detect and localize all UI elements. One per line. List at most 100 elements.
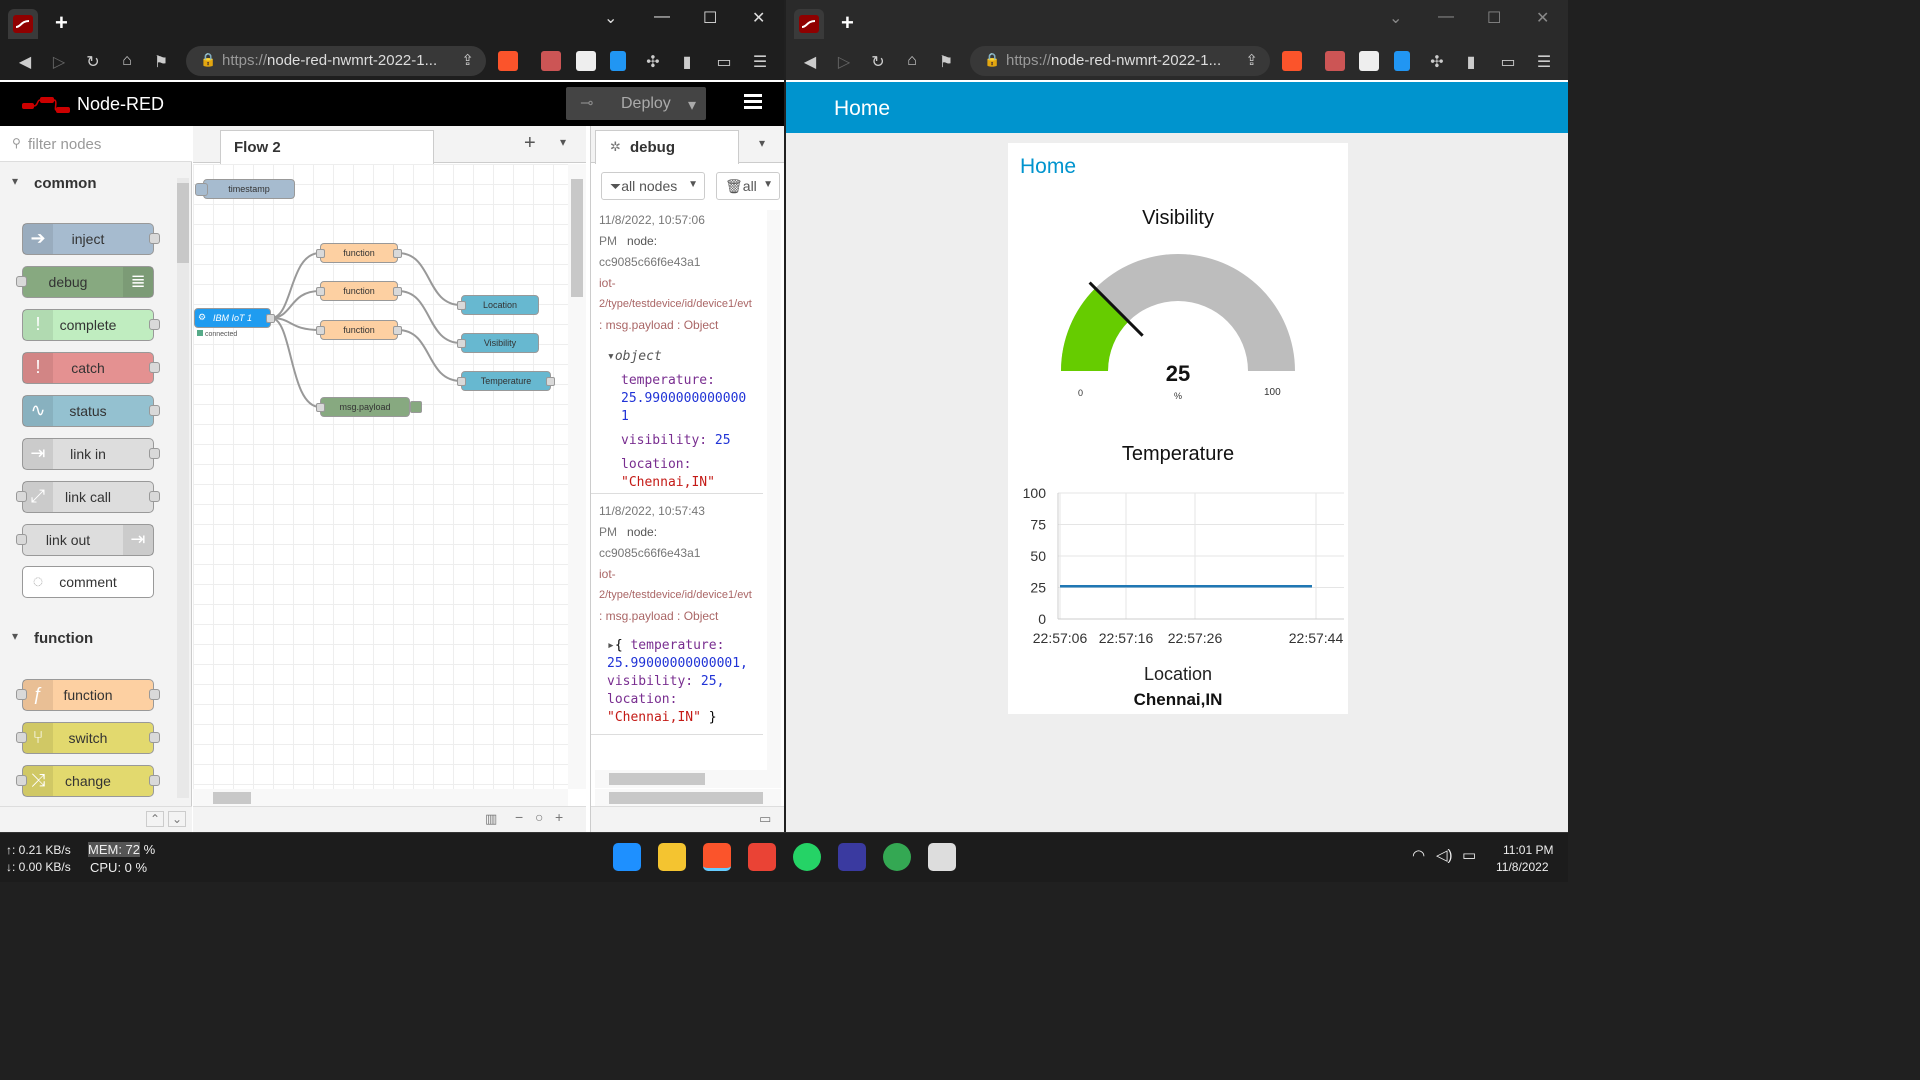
reload-icon[interactable]: ↻ — [868, 52, 888, 72]
output-port[interactable] — [149, 775, 160, 786]
minimize-icon[interactable]: — — [654, 8, 670, 26]
palette-node-catch[interactable]: ! catch — [22, 352, 160, 384]
scrollbar-thumb[interactable] — [609, 792, 763, 804]
output-port[interactable] — [149, 491, 160, 502]
input-port[interactable] — [316, 249, 325, 258]
python-doc-icon[interactable] — [928, 843, 956, 871]
zoom-in-icon[interactable]: + — [555, 809, 563, 825]
file-explorer-icon[interactable] — [658, 843, 686, 871]
menu-icon[interactable]: ☰ — [1534, 52, 1554, 72]
input-port[interactable] — [16, 732, 27, 743]
bookmark-icon[interactable]: ⚑ — [151, 52, 171, 72]
expand-all-icon[interactable]: ⌄ — [168, 811, 187, 827]
reload-icon[interactable]: ↻ — [83, 52, 103, 72]
inject-button[interactable] — [195, 183, 208, 196]
forward-icon[interactable]: ▷ — [49, 52, 69, 72]
palette-node-function[interactable]: ƒ function — [16, 679, 160, 711]
scrollbar-thumb[interactable] — [609, 773, 705, 785]
input-port[interactable] — [16, 689, 27, 700]
flow-list-icon[interactable]: ▾ — [560, 135, 566, 149]
whatsapp-icon[interactable] — [793, 843, 821, 871]
volume-icon[interactable]: ◁) — [1436, 846, 1453, 864]
back-icon[interactable]: ◀ — [15, 52, 35, 72]
sidebar-icon[interactable]: ▮ — [1461, 52, 1481, 72]
download-icon[interactable] — [610, 51, 626, 71]
output-port[interactable] — [393, 287, 402, 296]
extension-icon[interactable] — [541, 51, 561, 71]
collapsed-object[interactable]: ▸{ temperature: 25.99000000000001, visib… — [607, 637, 763, 727]
output-port[interactable] — [149, 319, 160, 330]
palette-node-inject[interactable]: ➔ inject — [22, 223, 160, 255]
home-icon[interactable]: ⌂ — [117, 52, 137, 70]
add-flow-icon[interactable]: + — [524, 132, 536, 155]
back-icon[interactable]: ◀ — [800, 52, 820, 72]
main-menu-icon[interactable] — [744, 94, 762, 97]
category-common[interactable]: ▾ common — [0, 166, 175, 202]
message-node-id[interactable]: cc9085c66f6e43a1 — [599, 543, 759, 564]
extension-icon[interactable] — [1325, 51, 1345, 71]
input-port[interactable] — [457, 339, 466, 348]
tab-flow-2[interactable]: Flow 2 — [220, 130, 434, 164]
output-port[interactable] — [149, 689, 160, 700]
map-icon[interactable]: ▥ — [485, 811, 497, 827]
zoom-reset-icon[interactable]: ○ — [535, 809, 543, 825]
debug-hscroll[interactable] — [595, 770, 781, 788]
forward-icon[interactable]: ▷ — [834, 52, 854, 72]
maximize-icon[interactable]: ☐ — [1487, 8, 1501, 28]
home-icon[interactable]: ⌂ — [902, 52, 922, 70]
message-node-id[interactable]: cc9085c66f6e43a1 — [599, 252, 759, 273]
palette-node-complete[interactable]: ! complete — [22, 309, 160, 341]
palette-node-switch[interactable]: ⑂ switch — [16, 722, 160, 754]
flow-node-function-2[interactable]: function — [316, 281, 402, 301]
start-icon[interactable] — [613, 843, 641, 871]
output-port[interactable] — [266, 314, 275, 323]
brave-shield-icon[interactable] — [498, 51, 518, 71]
deploy-button[interactable]: Deploy ▾ ⊸ — [566, 87, 706, 120]
output-port[interactable] — [149, 233, 160, 244]
menu-icon[interactable]: ☰ — [750, 52, 770, 72]
share-icon[interactable]: ⇪ — [461, 51, 474, 69]
workspace-vscroll[interactable] — [568, 164, 586, 789]
input-port[interactable] — [16, 775, 27, 786]
palette-node-link-in[interactable]: ⇥ link in — [22, 438, 160, 470]
gmail-icon[interactable] — [748, 843, 776, 871]
collapse-all-icon[interactable]: ⌃ — [146, 811, 165, 827]
output-port[interactable] — [393, 249, 402, 258]
input-port[interactable] — [316, 403, 325, 412]
debug-hscroll-2[interactable] — [595, 789, 781, 807]
output-port[interactable] — [546, 377, 555, 386]
monitor-icon[interactable]: ▭ — [759, 811, 771, 827]
palette-node-comment[interactable]: ◌ comment — [22, 566, 154, 598]
minimize-icon[interactable]: — — [1438, 8, 1454, 26]
wifi-icon[interactable]: ◠ — [1412, 846, 1425, 864]
object-toggle[interactable]: ▾object — [607, 348, 763, 366]
debug-vscroll[interactable] — [767, 210, 781, 770]
category-function[interactable]: ▾ function — [0, 621, 175, 657]
chrome-icon[interactable] — [883, 843, 911, 871]
debug-toggle[interactable] — [410, 401, 422, 413]
new-tab-button[interactable]: + — [841, 10, 854, 36]
input-port[interactable] — [316, 287, 325, 296]
scrollbar-thumb[interactable] — [571, 179, 583, 297]
workspace-hscroll[interactable] — [193, 789, 568, 806]
scrollbar-thumb[interactable] — [177, 183, 189, 263]
palette-node-link-out[interactable]: link out ⇥ — [16, 524, 154, 556]
deploy-dropdown-icon[interactable]: ▾ — [688, 95, 696, 115]
filter-all-nodes-button[interactable]: ⏷all nodes ▼ — [601, 172, 705, 200]
extensions-puzzle-icon[interactable]: ✣ — [1427, 52, 1447, 72]
sidebar-menu-icon[interactable]: ▾ — [759, 136, 765, 150]
maximize-icon[interactable]: ☐ — [703, 8, 717, 28]
close-icon[interactable]: ✕ — [1536, 8, 1549, 28]
flow-canvas[interactable]: timestamp ⚙ IBM IoT 1 connected function … — [193, 164, 568, 789]
palette-node-change[interactable]: ⤨ change — [16, 765, 160, 797]
flow-node-temperature[interactable]: Temperature — [457, 371, 555, 391]
tab-search-icon[interactable]: ⌄ — [1389, 8, 1402, 28]
input-port[interactable] — [16, 491, 27, 502]
zoom-out-icon[interactable]: − — [515, 809, 523, 825]
output-port[interactable] — [149, 732, 160, 743]
tab-debug[interactable]: ✲ debug — [595, 130, 739, 164]
output-port[interactable] — [393, 326, 402, 335]
input-port[interactable] — [457, 377, 466, 386]
bitwarden-icon[interactable] — [1359, 51, 1379, 71]
tab-search-icon[interactable]: ⌄ — [604, 8, 617, 28]
